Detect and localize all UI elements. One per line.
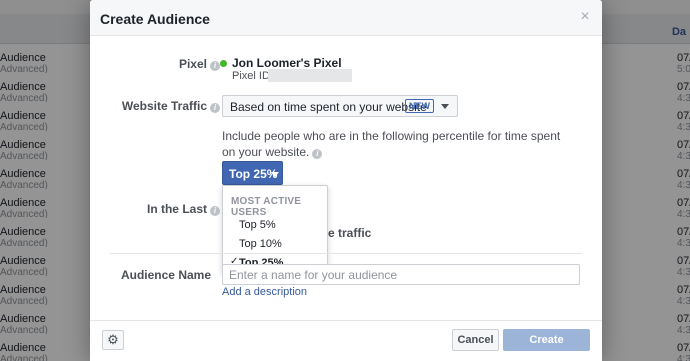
traffic-text: e traffic (328, 226, 372, 240)
website-traffic-selected: Based on time spent on your website (230, 100, 427, 114)
divider (110, 253, 582, 254)
info-icon[interactable]: i (210, 103, 220, 113)
pixel-name: Jon Loomer's Pixel (232, 56, 342, 70)
chevron-down-icon (441, 104, 449, 109)
add-description-link[interactable]: Add a description (222, 286, 307, 298)
gear-icon[interactable]: ⚙ (102, 330, 124, 350)
menu-item-top-10[interactable]: Top 10% (239, 238, 282, 250)
audience-name-label: Audience Name (120, 268, 211, 282)
pixel-id-value (268, 69, 352, 82)
in-the-last-label: In the Last i (90, 202, 220, 216)
percentile-dropdown-button[interactable]: Top 25% (222, 161, 283, 185)
menu-item-top-5[interactable]: Top 5% (239, 219, 276, 231)
dialog-title: Create Audience (100, 11, 210, 27)
chevron-down-icon (271, 172, 279, 177)
percentile-menu: MOST ACTIVE USERS Top 5% Top 10% ✓ Top 2… (222, 185, 328, 273)
info-icon[interactable]: i (210, 61, 220, 71)
audience-name-input[interactable] (225, 267, 575, 282)
website-traffic-select[interactable]: Based on time spent on your website NEW (222, 95, 458, 117)
pixel-status-dot (220, 60, 227, 67)
close-icon[interactable]: × (578, 9, 592, 25)
dialog-header: Create Audience × (90, 0, 602, 36)
dialog-footer: ⚙ Cancel Create Audience (90, 320, 602, 361)
cancel-button[interactable]: Cancel (452, 329, 499, 351)
menu-heading: MOST ACTIVE USERS (231, 196, 302, 218)
create-audience-dialog: Create Audience × Pixel i Jon Loomer's Pi… (90, 0, 602, 361)
website-traffic-label: Website Traffic i (90, 99, 220, 113)
info-icon[interactable]: i (312, 149, 323, 159)
pixel-label: Pixel i (90, 57, 220, 71)
audience-name-field[interactable] (222, 264, 580, 285)
info-icon[interactable]: i (210, 206, 220, 216)
percentile-description: Include people who are in the following … (222, 129, 561, 159)
create-audience-button[interactable]: Create Audience (503, 329, 590, 361)
new-badge: NEW (405, 99, 434, 113)
pixel-id-label: Pixel ID: (232, 70, 273, 82)
